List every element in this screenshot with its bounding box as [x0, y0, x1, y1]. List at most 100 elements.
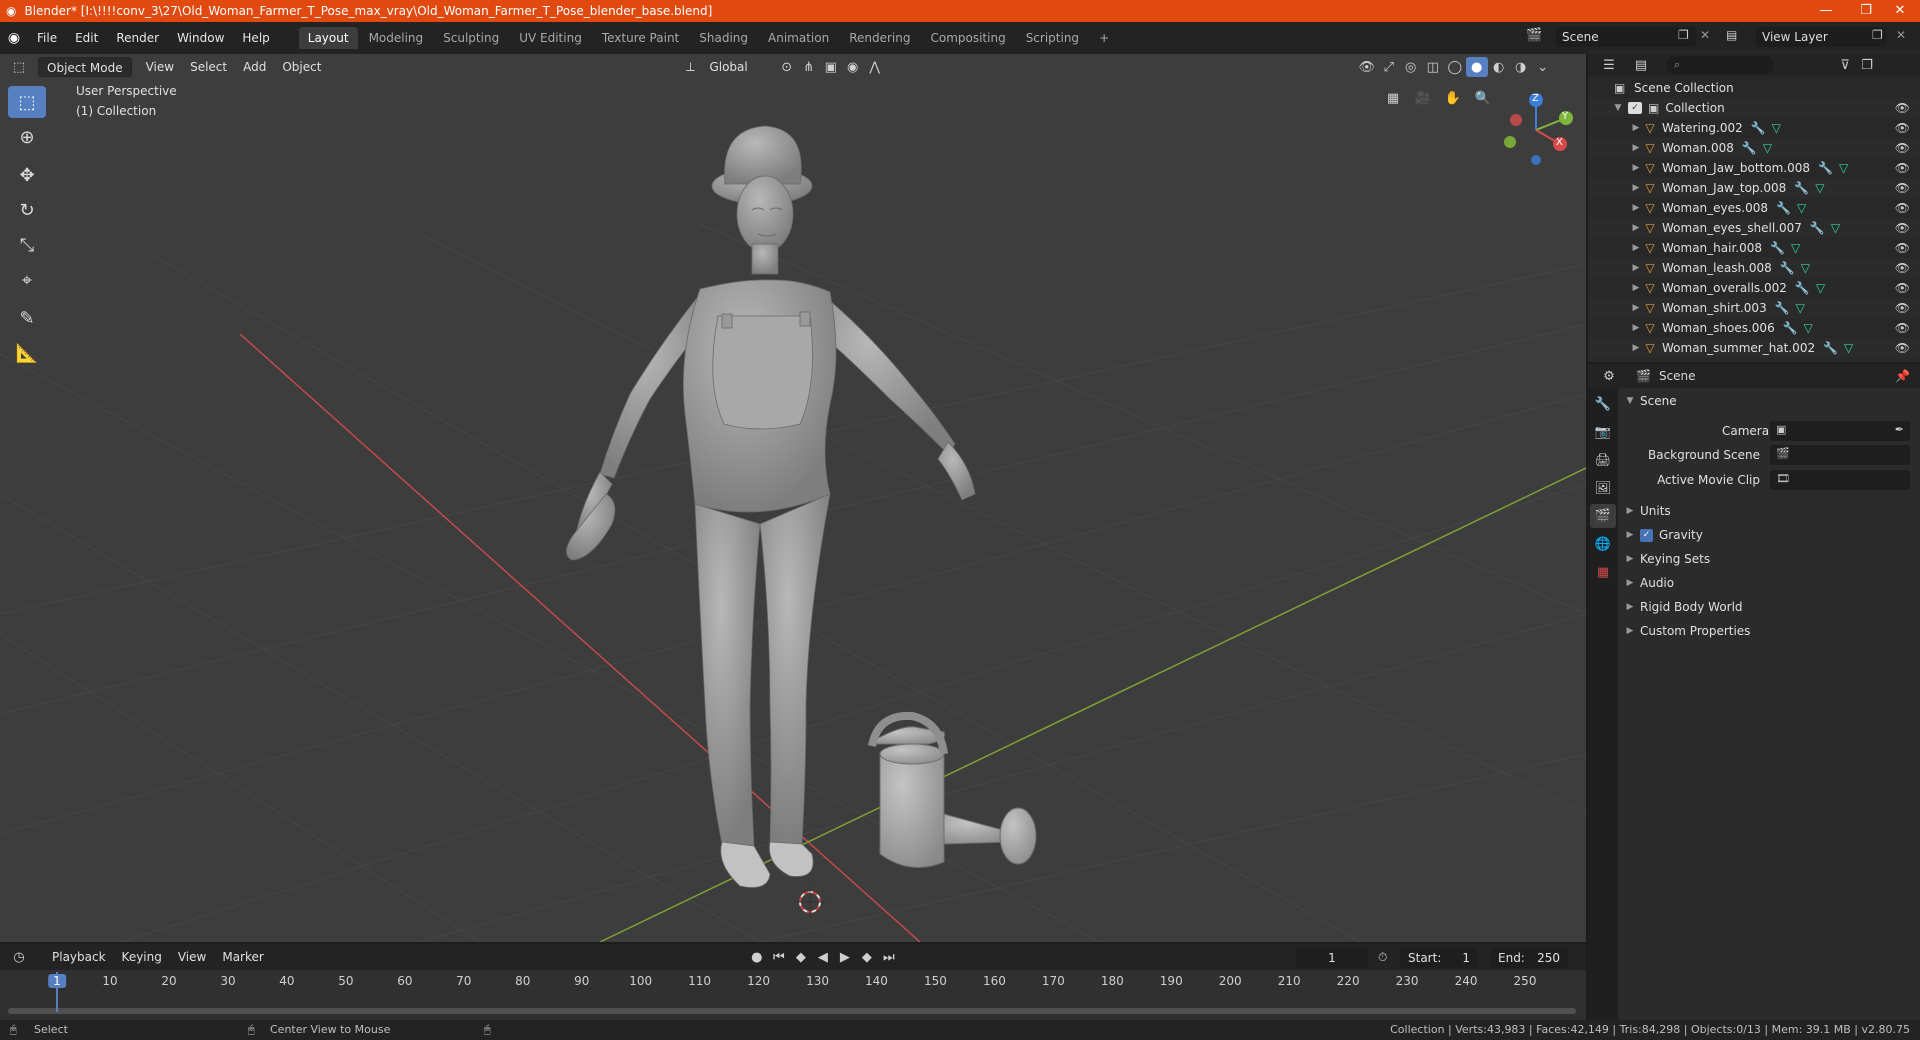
transform-tool-icon[interactable]: ⌖ — [8, 264, 46, 296]
outliner-object-row[interactable]: ▶ ▽ Woman_Jaw_top.008 🔧 ▽ 👁 — [1588, 178, 1920, 198]
modifier-wrench-icon[interactable]: 🔧 — [1818, 161, 1833, 175]
frame-tick-label[interactable]: 110 — [688, 974, 711, 988]
gravity-checkbox[interactable]: ✓ — [1640, 528, 1653, 542]
modifier-wrench-icon[interactable]: 🔧 — [1775, 301, 1790, 315]
playback-menu[interactable]: Playback — [44, 947, 114, 967]
mesh-data-icon[interactable]: ▽ — [1801, 261, 1810, 275]
modifier-wrench-icon[interactable]: 🔧 — [1810, 221, 1825, 235]
timeline-scrollbar[interactable] — [8, 1008, 1576, 1014]
eye-icon[interactable]: 👁 — [1895, 241, 1910, 255]
pivot-point-icon[interactable]: ⊙ — [776, 57, 798, 77]
material-shading-icon[interactable]: ◐ — [1488, 57, 1510, 77]
delete-scene-icon[interactable]: ✕ — [1700, 28, 1710, 42]
eye-icon[interactable]: 👁 — [1895, 141, 1910, 155]
background-scene-field[interactable]: 🎬 — [1770, 445, 1910, 465]
minimize-button[interactable]: — — [1806, 0, 1846, 22]
frame-tick-label[interactable]: 180 — [1101, 974, 1124, 988]
active-movie-clip-field[interactable]: 🎞 — [1770, 470, 1910, 490]
solid-shading-icon[interactable]: ● — [1465, 57, 1488, 77]
frame-tick-label[interactable]: 100 — [629, 974, 652, 988]
mesh-data-icon[interactable]: ▽ — [1831, 221, 1840, 235]
workspace-tab-modeling[interactable]: Modeling — [360, 27, 433, 49]
expand-triangle-icon[interactable]: ▶ — [1630, 223, 1642, 233]
transform-orientation-dropdown[interactable]: Global — [701, 57, 755, 77]
current-frame-field[interactable]: 1 — [1296, 948, 1368, 968]
expand-triangle-icon[interactable]: ▶ — [1630, 163, 1642, 173]
timeline-editor-type-icon[interactable]: ◷ — [8, 947, 30, 967]
keying-sets-panel[interactable]: ▶ Keying Sets — [1624, 548, 1914, 570]
mesh-data-icon[interactable]: ▽ — [1839, 161, 1848, 175]
measure-tool-icon[interactable]: 📐 — [8, 337, 46, 369]
outliner-object-row[interactable]: ▶ ▽ Woman_leash.008 🔧 ▽ 👁 — [1588, 258, 1920, 278]
cursor-tool-icon[interactable]: ⊕ — [8, 121, 46, 153]
gravity-panel[interactable]: ▶ ✓ Gravity — [1624, 524, 1914, 546]
editor-type-icon[interactable]: ⬚ — [8, 57, 30, 77]
viewport-menu-select[interactable]: Select — [182, 57, 235, 77]
menu-window[interactable]: Window — [168, 22, 233, 54]
view-layer-selector[interactable]: View Layer — [1756, 27, 1886, 47]
proportional-edit-icon[interactable]: ◉ — [842, 57, 864, 77]
frame-tick-label[interactable]: 210 — [1278, 974, 1301, 988]
jump-start-icon[interactable]: ⏮ — [768, 947, 790, 967]
frame-tick-label[interactable]: 130 — [806, 974, 829, 988]
mesh-data-icon[interactable]: ▽ — [1844, 341, 1853, 355]
expand-triangle-icon[interactable]: ▶ — [1630, 283, 1642, 293]
outliner-object-row[interactable]: ▶ ▽ Woman.008 🔧 ▽ 👁 — [1588, 138, 1920, 158]
workspace-tab-texture-paint[interactable]: Texture Paint — [593, 27, 688, 49]
tool-settings-tab-icon[interactable]: 🔧 — [1590, 392, 1616, 416]
frame-tick-label[interactable]: 220 — [1337, 974, 1360, 988]
eye-icon[interactable]: 👁 — [1895, 301, 1910, 315]
view-layer-tab-icon[interactable]: 🖼 — [1590, 476, 1616, 500]
outliner-object-row[interactable]: ▶ ▽ Woman_hair.008 🔧 ▽ 👁 — [1588, 238, 1920, 258]
play-reverse-icon[interactable]: ◀ — [812, 947, 834, 967]
workspace-tab-shading[interactable]: Shading — [690, 27, 757, 49]
expand-triangle-icon[interactable]: ▶ — [1630, 203, 1642, 213]
visibility-icon[interactable]: 👁 — [1356, 57, 1378, 77]
modifier-wrench-icon[interactable]: 🔧 — [1742, 141, 1757, 155]
outliner-object-row[interactable]: ▶ ▽ Woman_Jaw_bottom.008 🔧 ▽ 👁 — [1588, 158, 1920, 178]
units-panel[interactable]: ▶ Units — [1624, 500, 1914, 522]
world-tab-icon[interactable]: 🌐 — [1590, 532, 1616, 556]
workspace-tab-animation[interactable]: Animation — [759, 27, 838, 49]
scene-browse-icon[interactable]: 🎬 — [1526, 28, 1542, 43]
modifier-wrench-icon[interactable]: 🔧 — [1783, 321, 1798, 335]
frame-tick-label[interactable]: 150 — [924, 974, 947, 988]
outliner-object-row[interactable]: ▶ ▽ Woman_shoes.006 🔧 ▽ 👁 — [1588, 318, 1920, 338]
frame-tick-label[interactable]: 120 — [747, 974, 770, 988]
eyedropper-icon[interactable]: ✒ — [1895, 423, 1904, 436]
render-tab-icon[interactable]: 📷 — [1590, 420, 1616, 444]
xray-icon[interactable]: ◫ — [1422, 57, 1444, 77]
prev-keyframe-icon[interactable]: ◆ — [790, 947, 812, 967]
outliner-collection[interactable]: ▼ ✓ ▣ Collection 👁 — [1588, 98, 1920, 118]
modifier-wrench-icon[interactable]: 🔧 — [1823, 341, 1838, 355]
snap-target-icon[interactable]: ▣ — [820, 57, 842, 77]
new-view-layer-icon[interactable]: ❐ — [1872, 28, 1883, 42]
eye-icon[interactable]: 👁 — [1895, 101, 1910, 115]
clock-icon[interactable]: ⏱ — [1378, 950, 1387, 965]
frame-tick-label[interactable]: 160 — [983, 974, 1006, 988]
filter-icon[interactable]: ⊽ — [1834, 55, 1856, 75]
eye-icon[interactable]: 👁 — [1895, 201, 1910, 215]
falloff-icon[interactable]: ⋀ — [864, 57, 886, 77]
modifier-wrench-icon[interactable]: 🔧 — [1770, 241, 1785, 255]
outliner-object-row[interactable]: ▶ ▽ Woman_summer_hat.002 🔧 ▽ 👁 — [1588, 338, 1920, 358]
scene-selector[interactable]: Scene — [1556, 27, 1696, 47]
audio-panel[interactable]: ▶ Audio — [1624, 572, 1914, 594]
viewport-menu-object[interactable]: Object — [274, 57, 329, 77]
rendered-shading-icon[interactable]: ◑ — [1510, 57, 1532, 77]
menu-file[interactable]: File — [28, 22, 66, 54]
outliner-scene-collection[interactable]: ▣ Scene Collection — [1588, 78, 1920, 98]
rotate-tool-icon[interactable]: ↻ — [8, 194, 46, 226]
expand-triangle-icon[interactable]: ▶ — [1630, 343, 1642, 353]
mesh-data-icon[interactable]: ▽ — [1797, 201, 1806, 215]
mesh-data-icon[interactable]: ▽ — [1763, 141, 1772, 155]
gizmo-toggle-icon[interactable]: ⤢ — [1378, 57, 1400, 77]
mesh-data-icon[interactable]: ▽ — [1804, 321, 1813, 335]
display-mode-icon[interactable]: ▤ — [1630, 55, 1652, 75]
collapse-triangle-icon[interactable]: ▼ — [1612, 103, 1624, 113]
annotate-tool-icon[interactable]: ✎ — [8, 302, 46, 334]
timeline-view-menu[interactable]: View — [170, 947, 214, 967]
camera-field[interactable]: ▣ ✒ — [1770, 421, 1910, 441]
next-keyframe-icon[interactable]: ◆ — [856, 947, 878, 967]
mesh-data-icon[interactable]: ▽ — [1791, 241, 1800, 255]
